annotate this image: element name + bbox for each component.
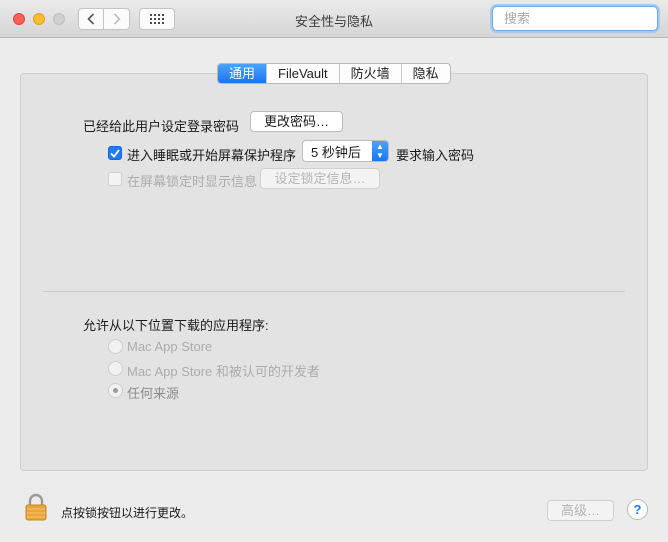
password-delay-popup[interactable]: 5 秒钟后 ▲ ▼ — [302, 140, 389, 162]
checkmark-icon — [110, 148, 120, 158]
lock-instruction-text: 点按锁按钮以进行更改。 — [61, 506, 194, 520]
radio-mac-app-store-label: Mac App Store — [127, 339, 213, 354]
set-lock-message-button[interactable]: 设定锁定信息… — [260, 168, 380, 189]
radio-identified-developers[interactable] — [108, 361, 123, 376]
show-message-checkbox[interactable] — [108, 172, 122, 186]
require-password-checkbox[interactable] — [108, 146, 122, 160]
tab-bar: 通用 FileVault 防火墙 隐私 — [217, 63, 451, 84]
tab-filevault[interactable]: FileVault — [266, 64, 339, 83]
search-input[interactable] — [504, 8, 668, 29]
login-password-label: 已经给此用户设定登录密码 — [83, 119, 240, 134]
title-bar: 安全性与隐私 ✕ — [0, 0, 668, 38]
radio-identified-developers-label: Mac App Store 和被认可的开发者 — [127, 364, 320, 379]
tab-privacy[interactable]: 隐私 — [400, 64, 450, 83]
downloads-label: 允许从以下位置下载的应用程序: — [83, 318, 269, 333]
search-field[interactable]: ✕ — [492, 6, 668, 31]
radio-mac-app-store[interactable] — [108, 339, 123, 354]
tab-firewall[interactable]: 防火墙 — [338, 64, 401, 83]
require-password-suffix: 要求输入密码 — [396, 148, 475, 163]
radio-anywhere[interactable] — [108, 383, 123, 398]
require-password-label: 进入睡眠或开始屏幕保护程序 — [127, 148, 297, 163]
lock-icon[interactable] — [25, 493, 47, 521]
change-password-button[interactable]: 更改密码… — [250, 111, 343, 132]
general-panel: 已经给此用户设定登录密码 更改密码… 进入睡眠或开始屏幕保护程序 5 秒钟后 ▲… — [20, 73, 648, 471]
radio-anywhere-label: 任何来源 — [127, 386, 180, 401]
section-divider — [43, 291, 625, 292]
help-button[interactable]: ? — [627, 499, 648, 520]
popup-arrows-icon: ▲ ▼ — [372, 141, 388, 161]
advanced-button[interactable]: 高级… — [547, 500, 614, 521]
password-delay-value: 5 秒钟后 — [311, 144, 361, 160]
show-message-label: 在屏幕锁定时显示信息 — [127, 174, 258, 189]
tab-general[interactable]: 通用 — [218, 64, 267, 83]
radio-selected-dot — [113, 388, 118, 393]
